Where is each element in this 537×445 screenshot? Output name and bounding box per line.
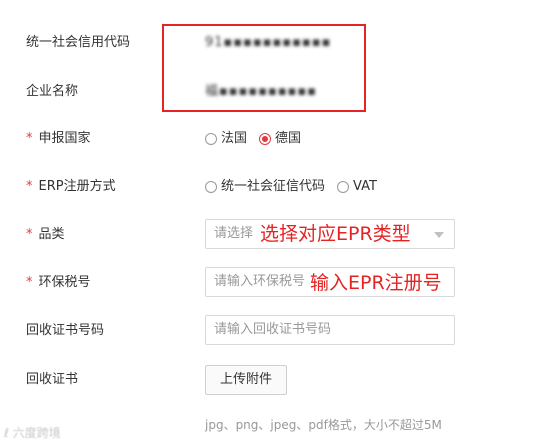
- radio-vat-circle[interactable]: [337, 181, 350, 193]
- credit-code-label: 统一社会信用代码: [26, 35, 131, 50]
- env-tax-placeholder: 请输入环保税号: [214, 274, 306, 289]
- recycle-cert-label: 回收证书: [26, 372, 79, 387]
- required-mark: *: [26, 131, 33, 146]
- radio-france-label: 法国: [221, 131, 248, 146]
- radio-credit-code-circle[interactable]: [205, 181, 217, 193]
- category-placeholder: 请选择: [214, 226, 254, 241]
- recycle-no-placeholder: 请输入回收证书号码: [214, 322, 332, 337]
- recycle-no-input[interactable]: 请输入回收证书号码: [205, 315, 455, 345]
- radio-germany-circle[interactable]: [259, 133, 272, 145]
- radio-germany-label: 德国: [275, 131, 302, 146]
- category-label: * 品类: [26, 226, 65, 244]
- category-annotation: 选择对应EPR类型: [258, 222, 413, 246]
- env-tax-label: * 环保税号: [26, 274, 91, 292]
- country-radio-group: 法国 德国: [205, 130, 313, 148]
- erp-method-label: * ERP注册方式: [26, 178, 116, 196]
- env-tax-label-text: 环保税号: [38, 275, 91, 290]
- country-label: * 申报国家: [26, 130, 91, 148]
- radio-credit-code-label: 统一社会征信代码: [221, 179, 326, 194]
- radio-germany[interactable]: 德国: [259, 130, 301, 148]
- env-tax-annotation: 输入EPR注册号: [308, 271, 444, 295]
- radio-france-circle[interactable]: [205, 133, 217, 145]
- radio-vat[interactable]: VAT: [337, 178, 377, 196]
- required-mark: *: [26, 227, 33, 242]
- category-label-text: 品类: [38, 227, 65, 242]
- watermark-logo: ℓ 六度跨境: [4, 426, 61, 440]
- upload-button[interactable]: 上传附件: [205, 365, 288, 395]
- erp-method-label-text: ERP注册方式: [38, 179, 116, 194]
- chevron-down-icon: [434, 232, 444, 238]
- radio-vat-label: VAT: [353, 179, 377, 194]
- radio-france[interactable]: 法国: [205, 130, 247, 148]
- highlight-box: [162, 24, 366, 112]
- country-label-text: 申报国家: [38, 131, 91, 146]
- company-name-label: 企业名称: [26, 84, 79, 99]
- required-mark: *: [26, 275, 33, 290]
- recycle-no-label: 回收证书号码: [26, 323, 105, 338]
- required-mark: *: [26, 179, 33, 194]
- erp-method-radio-group: 统一社会征信代码 VAT: [205, 178, 389, 196]
- radio-credit-code[interactable]: 统一社会征信代码: [205, 178, 325, 196]
- upload-hint: jpg、png、jpeg、pdf格式，大小不超过5M: [205, 418, 442, 432]
